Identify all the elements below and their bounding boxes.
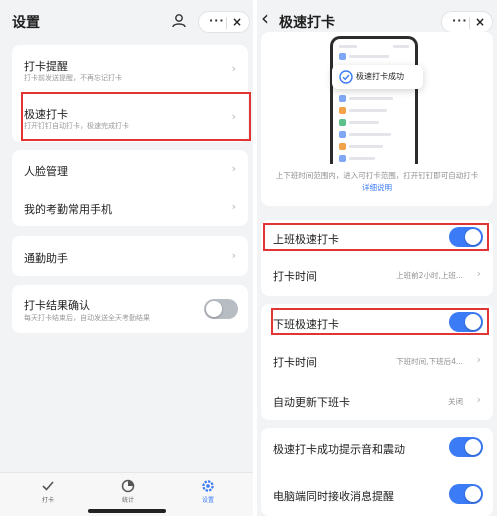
- highlight-box: [21, 92, 251, 141]
- result-confirm-toggle[interactable]: [204, 299, 238, 319]
- chevron-right-icon: ›: [231, 200, 236, 213]
- face-management-row[interactable]: 人脸管理 ›: [12, 150, 248, 188]
- chevron-right-icon: ›: [476, 353, 481, 366]
- back-icon[interactable]: ‹: [261, 6, 269, 30]
- commute-card: 通勤助手 ›: [12, 236, 248, 276]
- tab-label: 设置: [201, 497, 214, 504]
- result-confirm-row: 打卡结果确认 每天打卡结束后，自动发送全天考勤结果: [12, 285, 248, 333]
- commute-assistant-label: 通勤助手: [24, 252, 68, 265]
- phone-preview-illustration: [330, 36, 418, 164]
- chevron-right-icon: ›: [231, 249, 236, 262]
- close-button[interactable]: ×: [232, 15, 242, 29]
- settings-top-bar: 设置 ··· ×: [0, 0, 253, 42]
- user-icon[interactable]: [170, 12, 188, 30]
- page-title: 设置: [12, 15, 40, 31]
- fast-checkin-screen: ‹ 极速打卡 ··· × 极速打卡成功 上下班时间范围内，进入可打卡范围，打开钉…: [257, 0, 497, 516]
- face-management-label: 人脸管理: [24, 165, 68, 178]
- sound-vibration-toggle[interactable]: [449, 437, 483, 457]
- stats-icon: [121, 479, 135, 493]
- check-circle-icon: [339, 70, 353, 84]
- notification-card: 极速打卡成功提示音和震动 电脑端同时接收消息提醒: [261, 428, 493, 516]
- checkin-reminder-sub: 打卡前发送提醒，不再忘记打卡: [24, 74, 122, 82]
- tab-stats[interactable]: 统计: [108, 479, 148, 504]
- on-duty-time-row[interactable]: 打卡时间 上班前2小时,上班... ›: [261, 256, 493, 296]
- result-confirm-card: 打卡结果确认 每天打卡结束后，自动发送全天考勤结果: [12, 285, 248, 333]
- chevron-right-icon: ›: [476, 393, 481, 406]
- tab-checkin[interactable]: 打卡: [28, 479, 68, 504]
- description-text: 上下班时间范围内，进入可打卡范围，打开钉钉即可自动打卡: [275, 171, 479, 180]
- checkin-reminder-row[interactable]: 打卡提醒 打卡前发送提醒，不再忘记打卡 ›: [12, 45, 248, 93]
- chevron-right-icon: ›: [231, 62, 236, 75]
- result-confirm-sub: 每天打卡结束后，自动发送全天考勤结果: [24, 314, 150, 322]
- checkin-icon: [42, 481, 54, 491]
- on-duty-time-label: 打卡时间: [273, 270, 317, 283]
- off-duty-time-row[interactable]: 打卡时间 下班时间,下班后4... ›: [261, 340, 493, 380]
- off-duty-time-label: 打卡时间: [273, 356, 317, 369]
- details-link[interactable]: 详细说明: [362, 183, 392, 192]
- pc-reminder-label: 电脑端同时接收消息提醒: [273, 490, 394, 503]
- highlight-box: [263, 223, 489, 251]
- mini-program-capsule: ··· ×: [198, 11, 250, 33]
- more-button[interactable]: ···: [209, 14, 225, 27]
- highlight-box: [271, 308, 489, 335]
- close-button[interactable]: ×: [475, 15, 485, 29]
- common-phone-row[interactable]: 我的考勤常用手机 ›: [12, 188, 248, 226]
- pc-reminder-toggle[interactable]: [449, 484, 483, 504]
- off-duty-time-value: 下班时间,下班后4...: [396, 357, 463, 366]
- sound-vibration-label: 极速打卡成功提示音和震动: [273, 443, 405, 456]
- chevron-right-icon: ›: [231, 162, 236, 175]
- auto-update-row[interactable]: 自动更新下班卡 关闭 ›: [261, 380, 493, 420]
- common-phone-label: 我的考勤常用手机: [24, 203, 112, 216]
- more-button[interactable]: ···: [452, 14, 468, 27]
- commute-assistant-row[interactable]: 通勤助手 ›: [12, 236, 248, 276]
- mini-program-capsule: ··· ×: [441, 11, 493, 33]
- settings-screen: 设置 ··· × 打卡提醒 打卡前发送提醒，不再忘记打卡 › 极速打卡 打开钉钉…: [0, 0, 253, 516]
- pc-reminder-row: 电脑端同时接收消息提醒: [261, 476, 493, 516]
- chevron-right-icon: ›: [476, 267, 481, 280]
- checkin-reminder-label: 打卡提醒: [24, 60, 68, 73]
- settings-icon: [202, 480, 214, 492]
- feature-description: 上下班时间范围内，进入可打卡范围，打开钉钉即可自动打卡 详细说明: [271, 170, 483, 194]
- page-title: 极速打卡: [279, 15, 335, 31]
- tab-settings[interactable]: 设置: [188, 479, 228, 504]
- success-popup: 极速打卡成功: [332, 65, 423, 89]
- sound-vibration-row: 极速打卡成功提示音和震动: [261, 428, 493, 468]
- tab-label: 打卡: [41, 497, 54, 504]
- tab-label: 统计: [121, 497, 134, 504]
- popup-text: 极速打卡成功: [356, 72, 404, 81]
- management-card: 人脸管理 › 我的考勤常用手机 ›: [12, 150, 248, 226]
- on-duty-time-value: 上班前2小时,上班...: [396, 271, 463, 280]
- result-confirm-label: 打卡结果确认: [24, 299, 90, 312]
- home-indicator: [88, 509, 166, 513]
- auto-update-label: 自动更新下班卡: [273, 396, 350, 409]
- auto-update-value: 关闭: [448, 397, 463, 406]
